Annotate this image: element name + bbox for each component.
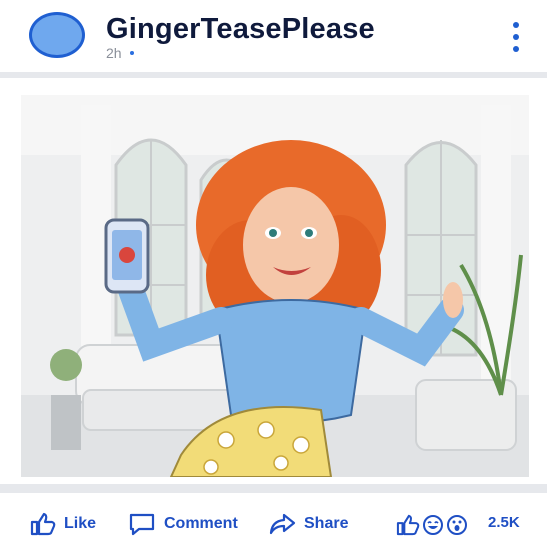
image-divider <box>0 484 547 493</box>
post-image[interactable] <box>21 95 529 477</box>
post-header: GingerTeasePlease 2h <box>0 0 547 72</box>
audience-icon <box>129 51 134 55</box>
post-timestamp[interactable]: 2h <box>106 45 122 61</box>
comment-label: Comment <box>164 515 238 532</box>
thumbs-up-icon <box>396 514 420 536</box>
more-vertical-icon[interactable] <box>506 22 526 52</box>
comment-button[interactable]: Comment <box>128 512 238 536</box>
post-meta: 2h <box>106 45 134 61</box>
reaction-icons[interactable] <box>396 514 468 536</box>
comment-icon <box>129 513 155 536</box>
like-button[interactable]: Like <box>30 512 96 536</box>
thumbs-up-icon <box>30 512 56 536</box>
like-label: Like <box>64 515 97 532</box>
header-divider <box>0 72 547 78</box>
reaction-count[interactable]: 2.5K <box>488 514 520 531</box>
share-label: Share <box>304 515 349 532</box>
share-icon <box>269 513 296 535</box>
laughing-face-icon <box>423 515 443 535</box>
action-bar: Like Comment Share 2.5K <box>0 498 547 552</box>
post-author-name[interactable]: GingerTeasePlease <box>106 13 375 46</box>
share-button[interactable]: Share <box>268 512 348 536</box>
avatar[interactable] <box>29 12 85 58</box>
wow-face-icon <box>447 515 467 535</box>
